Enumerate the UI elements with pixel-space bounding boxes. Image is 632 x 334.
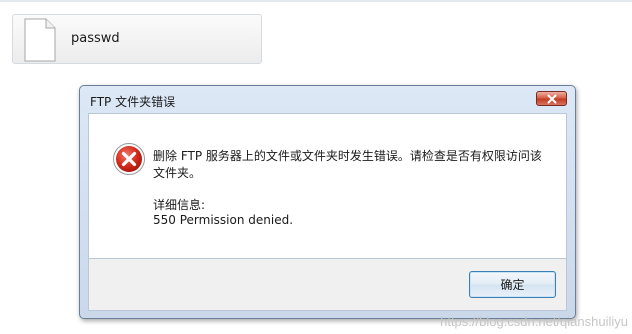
dialog-titlebar[interactable]: FTP 文件夹错误 xyxy=(80,86,575,113)
error-icon xyxy=(113,143,145,175)
file-icon xyxy=(24,18,56,62)
close-button[interactable] xyxy=(536,91,567,106)
watermark: https://blog.csdn.net/qianshuiliyu xyxy=(440,314,628,329)
ftp-error-dialog: FTP 文件夹错误 删除 FTP 服务器上的文件或文件夹时发生错误。请检查是否有… xyxy=(79,85,576,319)
file-item-passwd[interactable]: passwd xyxy=(12,14,262,64)
dialog-title: FTP 文件夹错误 xyxy=(90,95,176,109)
explorer-top-border xyxy=(0,0,632,2)
dialog-content: 删除 FTP 服务器上的文件或文件夹时发生错误。请检查是否有权限访问该文件夹。 … xyxy=(88,113,567,259)
file-name: passwd xyxy=(71,31,120,46)
details-label: 详细信息: xyxy=(153,198,206,212)
error-message: 删除 FTP 服务器上的文件或文件夹时发生错误。请检查是否有权限访问该文件夹。 xyxy=(153,149,542,180)
ok-button[interactable]: 确定 xyxy=(469,271,556,298)
details-value: 550 Permission denied. xyxy=(153,213,294,227)
close-icon xyxy=(547,94,557,104)
dialog-footer: 确定 xyxy=(88,259,567,311)
